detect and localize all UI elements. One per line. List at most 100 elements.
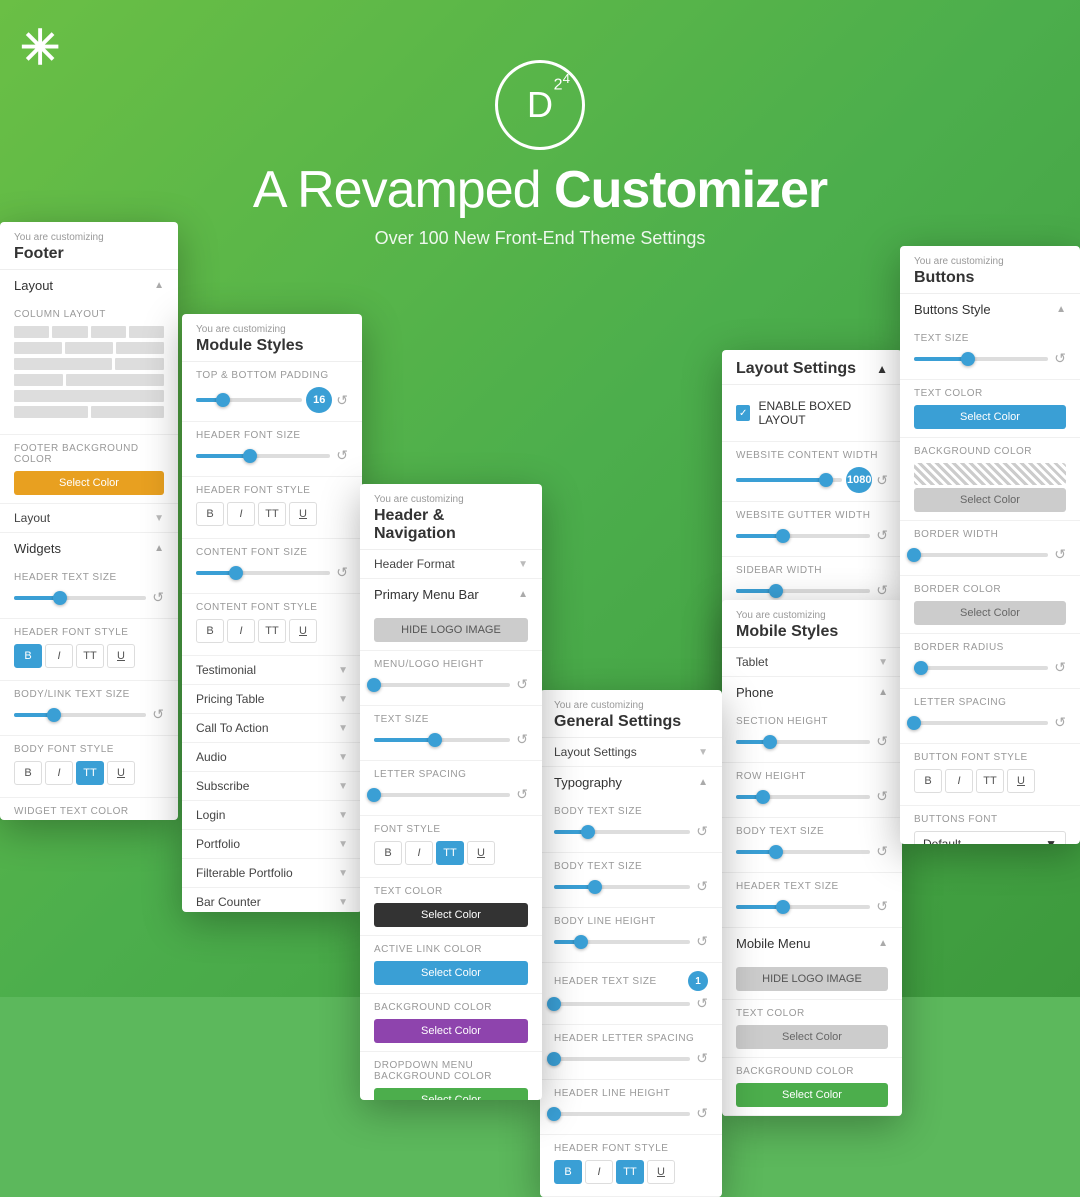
underline-button[interactable]: U (107, 644, 135, 668)
m-underline-button[interactable]: U (289, 502, 317, 526)
header-text-size-reset-icon[interactable]: ↺ (152, 589, 164, 606)
hn-text-size-reset-icon[interactable]: ↺ (516, 731, 528, 748)
content-width-reset-icon[interactable]: ↺ (876, 472, 888, 489)
divi-logo: D 24 (495, 60, 585, 150)
btn-text-size-reset-icon[interactable]: ↺ (1054, 350, 1066, 367)
m-italic-button[interactable]: I (227, 502, 255, 526)
btn-bg-color-button[interactable]: Select Color (914, 488, 1066, 512)
module-item-filterable-portfolio[interactable]: Filterable Portfolio▼ (182, 859, 362, 888)
m-header-text-size-reset-icon[interactable]: ↺ (876, 898, 888, 915)
m-bold-button[interactable]: B (196, 502, 224, 526)
g-body-text-size-reset-icon[interactable]: ↺ (696, 823, 708, 840)
module-item-pricing-table[interactable]: Pricing Table▼ (182, 685, 362, 714)
g-bold-button[interactable]: B (554, 1160, 582, 1184)
module-item-portfolio[interactable]: Portfolio▼ (182, 830, 362, 859)
layout-settings-row[interactable]: Layout Settings ▼ (540, 738, 722, 767)
buttons-style-section-toggle[interactable]: Buttons Style ▲ (900, 294, 1080, 325)
module-item-subscribe[interactable]: Subscribe▼ (182, 772, 362, 801)
btn-letter-spacing-reset-icon[interactable]: ↺ (1054, 714, 1066, 731)
hero-title-plain: A Revamped (253, 161, 554, 219)
hn-active-link-button[interactable]: Select Color (374, 961, 528, 985)
g-italic-button[interactable]: I (585, 1160, 613, 1184)
btn-border-color-button[interactable]: Select Color (914, 601, 1066, 625)
sidebar-width-reset-icon[interactable]: ↺ (876, 582, 888, 599)
btn-bold-button[interactable]: B (914, 769, 942, 793)
boxed-layout-checkbox[interactable]: ✓ (736, 405, 750, 421)
module-item-testimonial[interactable]: Testimonial▼ (182, 656, 362, 685)
btn-text-color-button[interactable]: Select Color (914, 405, 1066, 429)
mc-italic-button[interactable]: I (227, 619, 255, 643)
hide-logo-button[interactable]: HIDE LOGO IMAGE (374, 618, 528, 642)
body-tt-button[interactable]: TT (76, 761, 104, 785)
m-row-height-reset-icon[interactable]: ↺ (876, 788, 888, 805)
typography-section-toggle[interactable]: Typography ▲ (540, 767, 722, 798)
gutter-width-reset-icon[interactable]: ↺ (876, 527, 888, 544)
hn-text-color-button[interactable]: Select Color (374, 903, 528, 927)
audio-arrow-icon: ▼ (338, 752, 348, 763)
buttons-style-label: Buttons Style (914, 302, 991, 317)
m-text-color-button[interactable]: Select Color (736, 1025, 888, 1049)
btn-border-width-reset-icon[interactable]: ↺ (1054, 546, 1066, 563)
hn-bg-color-button[interactable]: Select Color (374, 1019, 528, 1043)
footer-bg-color-button[interactable]: Select Color (14, 471, 164, 495)
body-italic-button[interactable]: I (45, 761, 73, 785)
hn-tt-button[interactable]: TT (436, 841, 464, 865)
bold-button[interactable]: B (14, 644, 42, 668)
btn-letter-spacing-section: LETTER SPACING ↺ (900, 689, 1080, 744)
primary-menu-bar-toggle[interactable]: Primary Menu Bar ▲ (360, 579, 542, 610)
hn-underline-button[interactable]: U (467, 841, 495, 865)
tt-button[interactable]: TT (76, 644, 104, 668)
g-underline-button[interactable]: U (647, 1160, 675, 1184)
hn-letter-spacing-label: LETTER SPACING (374, 769, 528, 780)
g-header-letter-spacing-reset-icon[interactable]: ↺ (696, 1050, 708, 1067)
layout-dropdown-row[interactable]: Layout ▼ (0, 504, 178, 533)
mc-tt-button[interactable]: TT (258, 619, 286, 643)
hn-dropdown-bg-button[interactable]: Select Color (374, 1088, 528, 1100)
g-body-line-height-reset-icon[interactable]: ↺ (696, 933, 708, 950)
m-tt-button[interactable]: TT (258, 502, 286, 526)
g-body-text-size2-reset-icon[interactable]: ↺ (696, 878, 708, 895)
module-item-bar-counter[interactable]: Bar Counter▼ (182, 888, 362, 912)
hn-italic-button[interactable]: I (405, 841, 433, 865)
m-body-text-size-reset-icon[interactable]: ↺ (876, 843, 888, 860)
btn-italic-button[interactable]: I (945, 769, 973, 793)
g-header-text-size-reset-icon[interactable]: ↺ (696, 995, 708, 1012)
m-section-height-label: SECTION HEIGHT (736, 716, 888, 727)
module-content-font-size-reset-icon[interactable]: ↺ (336, 564, 348, 581)
m-hide-logo-button[interactable]: HIDE LOGO IMAGE (736, 967, 888, 991)
tablet-row[interactable]: Tablet ▼ (722, 648, 902, 677)
btn-border-radius-label: BORDER RADIUS (914, 642, 1066, 653)
hn-bold-button[interactable]: B (374, 841, 402, 865)
body-link-size-reset-icon[interactable]: ↺ (152, 706, 164, 723)
mc-bold-button[interactable]: B (196, 619, 224, 643)
module-header-font-size-reset-icon[interactable]: ↺ (336, 447, 348, 464)
panel-footer-header: You are customizing Footer (0, 222, 178, 270)
hn-letter-spacing-reset-icon[interactable]: ↺ (516, 786, 528, 803)
g-tt-button[interactable]: TT (616, 1160, 644, 1184)
m-bg-color-button[interactable]: Select Color (736, 1083, 888, 1107)
module-item-audio[interactable]: Audio▼ (182, 743, 362, 772)
widgets-section-toggle[interactable]: Widgets ▲ (0, 533, 178, 564)
header-format-row[interactable]: Header Format ▼ (360, 550, 542, 579)
m-section-height-reset-icon[interactable]: ↺ (876, 733, 888, 750)
module-item-login[interactable]: Login▼ (182, 801, 362, 830)
mc-underline-button[interactable]: U (289, 619, 317, 643)
panel-buttons: You are customizing Buttons Buttons Styl… (900, 246, 1080, 844)
btn-font-select[interactable]: Default ▼ (914, 831, 1066, 844)
btn-underline-button[interactable]: U (1007, 769, 1035, 793)
padding-reset-icon[interactable]: ↺ (336, 392, 348, 409)
phone-section-toggle[interactable]: Phone ▲ (722, 677, 902, 708)
italic-button[interactable]: I (45, 644, 73, 668)
panel-layout-close-icon[interactable]: ▲ (876, 362, 888, 376)
btn-border-radius-reset-icon[interactable]: ↺ (1054, 659, 1066, 676)
layout-section-toggle[interactable]: Layout ▲ (0, 270, 178, 301)
body-bold-button[interactable]: B (14, 761, 42, 785)
phone-arrow-icon: ▲ (878, 687, 888, 698)
menu-logo-height-reset-icon[interactable]: ↺ (516, 676, 528, 693)
module-content-font-size-section: CONTENT FONT SIZE ↺ (182, 539, 362, 594)
module-item-call-to-action[interactable]: Call To Action▼ (182, 714, 362, 743)
body-underline-button[interactable]: U (107, 761, 135, 785)
mobile-menu-section-toggle[interactable]: Mobile Menu ▲ (722, 928, 902, 959)
g-header-line-height-reset-icon[interactable]: ↺ (696, 1105, 708, 1122)
btn-tt-button[interactable]: TT (976, 769, 1004, 793)
